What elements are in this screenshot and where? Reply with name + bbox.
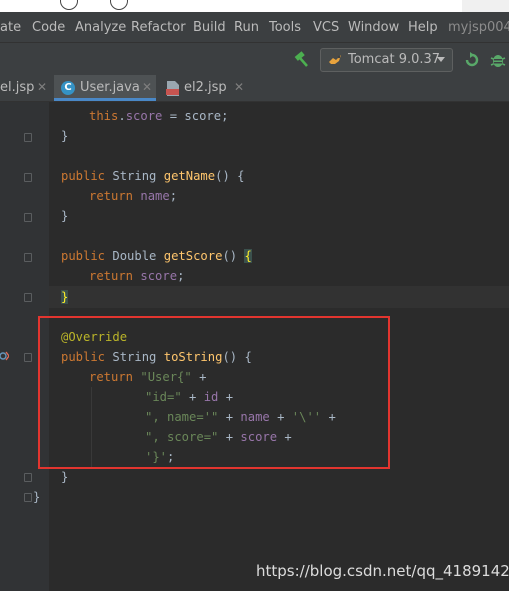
tab-el2-jsp[interactable]: el2.jsp ✕ [160, 75, 244, 101]
project-name: myjsp004 [448, 20, 509, 35]
run-configuration-dropdown[interactable]: Tomcat 9.0.37 [320, 48, 453, 72]
menu-navigate[interactable]: ate [0, 20, 21, 35]
browser-strip-right [462, 0, 509, 12]
code-line: public Double getScore() { [61, 249, 252, 263]
fold-marker[interactable] [24, 133, 32, 142]
code-line: public String getName() { [61, 169, 245, 183]
tab-user-java[interactable]: C User.java ✕ [54, 75, 156, 101]
code-editor[interactable]: this.score = score; } public String getN… [0, 102, 509, 591]
menu-window[interactable]: Window [348, 20, 399, 35]
class-icon: C [61, 81, 75, 95]
fold-marker[interactable] [24, 353, 32, 362]
code-line: } [33, 490, 41, 504]
chevron-down-icon [437, 57, 445, 62]
run-configuration-label: Tomcat 9.0.37 [348, 52, 441, 67]
code-line: } [61, 209, 69, 223]
code-line: return score; [89, 269, 185, 283]
fold-marker[interactable] [24, 253, 32, 262]
fold-marker[interactable] [24, 213, 32, 222]
close-icon[interactable]: ✕ [142, 80, 152, 94]
tab-label: el.jsp [0, 80, 35, 95]
menu-help[interactable]: Help [408, 20, 438, 35]
annotation-highlight-box [38, 316, 390, 469]
close-icon[interactable]: ✕ [234, 80, 244, 94]
watermark: https://blog.csdn.net/qq_41891425 [256, 562, 509, 580]
rerun-icon[interactable] [463, 51, 481, 69]
menu-vcs[interactable]: VCS [313, 20, 339, 35]
tab-el-jsp[interactable]: el.jsp ✕ [0, 75, 52, 101]
menu-run[interactable]: Run [234, 20, 259, 35]
tab-label: el2.jsp [184, 80, 227, 95]
fold-marker[interactable] [24, 173, 32, 182]
code-line: return name; [89, 189, 178, 203]
code-line: this.score = score; [89, 109, 229, 123]
fold-marker[interactable] [24, 293, 32, 302]
fold-marker[interactable] [24, 473, 32, 482]
browser-back-icon[interactable] [60, 0, 78, 10]
code-line: } [61, 290, 69, 304]
fold-marker[interactable] [24, 493, 32, 502]
debug-icon[interactable] [489, 51, 507, 69]
menu-code[interactable]: Code [32, 20, 65, 35]
tomcat-icon [329, 55, 341, 64]
override-method-icon[interactable] [0, 350, 9, 362]
editor-tab-bar: el.jsp ✕ C User.java ✕ el2.jsp ✕ [0, 75, 509, 102]
toolbar: Tomcat 9.0.37 [0, 42, 509, 76]
menu-build[interactable]: Build [193, 20, 226, 35]
code-line: } [61, 129, 69, 143]
close-icon[interactable]: ✕ [37, 80, 47, 94]
menu-refactor[interactable]: Refactor [131, 20, 186, 35]
menu-analyze[interactable]: Analyze [75, 20, 126, 35]
hammer-icon[interactable] [292, 51, 310, 69]
code-line: } [61, 470, 69, 484]
menu-bar: ate Code Analyze Refactor Build Run Tool… [0, 12, 509, 42]
browser-refresh-icon[interactable] [110, 0, 128, 10]
tab-label: User.java [80, 80, 140, 95]
browser-strip [0, 0, 509, 12]
jsp-icon [166, 81, 179, 96]
menu-tools[interactable]: Tools [269, 20, 301, 35]
current-line-highlight [49, 286, 509, 308]
